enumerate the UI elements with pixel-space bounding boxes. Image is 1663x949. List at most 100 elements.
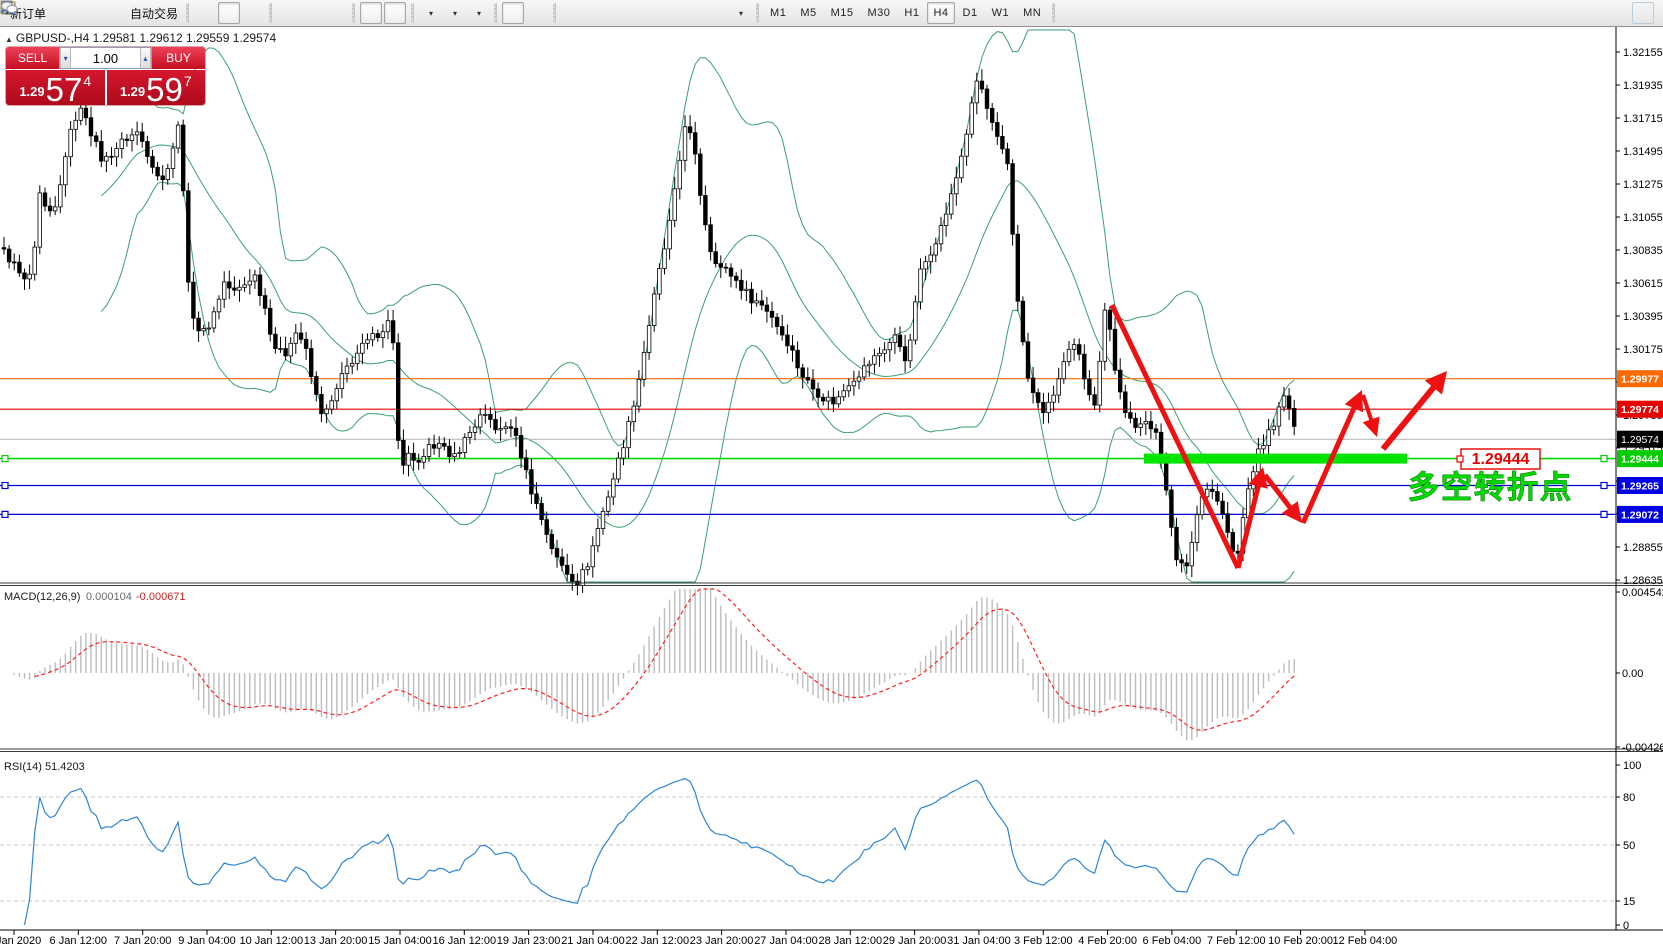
chat-icon[interactable] <box>1632 2 1654 24</box>
svg-text:6 Feb 04:00: 6 Feb 04:00 <box>1143 935 1202 947</box>
chevron-down-icon: ▾ <box>477 9 481 18</box>
periods-icon[interactable]: ▾ <box>443 2 465 24</box>
svg-text:1.31275: 1.31275 <box>1623 179 1663 191</box>
svg-text:21 Jan 04:00: 21 Jan 04:00 <box>561 935 625 947</box>
svg-text:1.28855: 1.28855 <box>1623 542 1663 554</box>
timeframe-mn-button[interactable]: MN <box>1017 2 1047 24</box>
timeframe-h4-button[interactable]: H4 <box>927 2 954 24</box>
svg-text:50: 50 <box>1623 840 1635 852</box>
toolbar: 新订单自动交易▾▾▾EFAT▾M1M5M15M30H1H4D1W1MN <box>0 0 1663 27</box>
buy-price-big: 59 <box>146 77 183 103</box>
tile-windows-icon[interactable] <box>325 2 347 24</box>
svg-text:1.29977: 1.29977 <box>1621 374 1659 386</box>
svg-text:15: 15 <box>1623 896 1635 908</box>
svg-text:1.30395: 1.30395 <box>1623 311 1663 323</box>
svg-text:1.30615: 1.30615 <box>1623 278 1663 290</box>
svg-text:1.29444: 1.29444 <box>1472 451 1530 468</box>
svg-text:19 Jan 23:00: 19 Jan 23:00 <box>497 935 561 947</box>
svg-text:16 Jan 12:00: 16 Jan 12:00 <box>432 935 496 947</box>
timeframe-m1-button[interactable]: M1 <box>764 2 792 24</box>
svg-text:1.29444: 1.29444 <box>1621 454 1659 466</box>
hline-icon[interactable] <box>585 2 607 24</box>
indicators-icon[interactable]: ▾ <box>419 2 441 24</box>
svg-text:1.29574: 1.29574 <box>1621 434 1659 446</box>
sell-price-tile[interactable]: 1.29 57 4 <box>6 70 105 105</box>
sell-price-big: 57 <box>46 77 83 103</box>
chevron-down-icon: ▾ <box>429 9 433 18</box>
timeframe-m30-button[interactable]: M30 <box>862 2 897 24</box>
candlestick-icon[interactable] <box>218 2 240 24</box>
rsi-label: RSI(14) 51.4203 <box>4 761 85 773</box>
svg-text:1.29072: 1.29072 <box>1621 509 1659 521</box>
market-watch-icon[interactable] <box>51 2 73 24</box>
label-icon[interactable]: T <box>705 2 727 24</box>
timeframe-w1-button[interactable]: W1 <box>986 2 1016 24</box>
fibo-icon[interactable]: F <box>657 2 679 24</box>
sell-button[interactable]: SELL <box>6 47 59 69</box>
toolbar-separator <box>352 3 355 23</box>
bar-chart-icon[interactable] <box>194 2 216 24</box>
vline-icon[interactable] <box>561 2 583 24</box>
svg-text:28 Jan 12:00: 28 Jan 12:00 <box>818 935 882 947</box>
timeframe-d1-button[interactable]: D1 <box>957 2 984 24</box>
turning-point-label[interactable]: 多空转折点 <box>1408 470 1573 505</box>
templates-icon[interactable]: ▾ <box>467 2 489 24</box>
data-window-icon[interactable] <box>75 2 97 24</box>
arrows-icon[interactable]: ▾ <box>729 2 751 24</box>
line-chart-icon[interactable] <box>242 2 264 24</box>
crosshair-icon[interactable] <box>526 2 548 24</box>
svg-text:1.31935: 1.31935 <box>1623 80 1663 92</box>
toolbar-separator <box>411 3 414 23</box>
svg-text:4 Feb 20:00: 4 Feb 20:00 <box>1078 935 1137 947</box>
macd-label: MACD(12,26,9)0.000104-0.000671 <box>4 591 186 603</box>
toolbar-separator <box>186 3 189 23</box>
svg-text:多空转折点: 多空转折点 <box>1408 470 1573 505</box>
svg-text:1.29265: 1.29265 <box>1621 481 1659 493</box>
one-click-trading-panel: SELL ▾ ▴ BUY 1.29 57 4 1.29 59 7 <box>6 47 205 105</box>
svg-text:23 Jan 20:00: 23 Jan 20:00 <box>690 935 754 947</box>
svg-text:13 Jan 20:00: 13 Jan 20:00 <box>304 935 368 947</box>
timeframe-m5-button[interactable]: M5 <box>794 2 822 24</box>
svg-text:0.004542: 0.004542 <box>1622 587 1663 599</box>
svg-text:100: 100 <box>1623 760 1641 772</box>
search-icon[interactable] <box>1608 2 1630 24</box>
svg-text:10 Feb 20:00: 10 Feb 20:00 <box>1268 935 1333 947</box>
svg-text:MACD(12,26,9): MACD(12,26,9) <box>4 591 80 603</box>
chart-title-text: GBPUSD-,H4 1.29581 1.29612 1.29559 1.295… <box>16 31 276 45</box>
text-icon[interactable]: A <box>681 2 703 24</box>
chart-shift-icon[interactable] <box>384 2 406 24</box>
volume-input[interactable] <box>71 48 140 68</box>
buy-button[interactable]: BUY <box>152 47 205 69</box>
svg-text:15 Jan 04:00: 15 Jan 04:00 <box>368 935 432 947</box>
svg-text:1.32155: 1.32155 <box>1623 47 1663 59</box>
svg-text:10 Jan 12:00: 10 Jan 12:00 <box>239 935 303 947</box>
zoom-out-icon[interactable] <box>301 2 323 24</box>
trendline-icon[interactable] <box>609 2 631 24</box>
chart-canvas[interactable]: 1.29444多空转折点1.321551.319351.317151.31495… <box>0 0 1663 949</box>
zoom-in-icon[interactable] <box>277 2 299 24</box>
collapse-chart-icon[interactable]: ▲ <box>5 35 13 44</box>
volume-increase-button[interactable]: ▴ <box>140 48 151 68</box>
svg-text:6 Jan 12:00: 6 Jan 12:00 <box>50 935 108 947</box>
toolbar-separator <box>494 3 497 23</box>
svg-text:0.00: 0.00 <box>1622 668 1643 680</box>
sell-price-sup: 4 <box>83 73 91 89</box>
buy-price-tile[interactable]: 1.29 59 7 <box>107 70 206 105</box>
price-label-box[interactable]: 1.29444 <box>1457 449 1540 469</box>
svg-text:29 Jan 20:00: 29 Jan 20:00 <box>883 935 947 947</box>
svg-text:1.29774: 1.29774 <box>1621 404 1659 416</box>
timeframe-m15-button[interactable]: M15 <box>825 2 860 24</box>
autotrade-icon[interactable]: 自动交易 <box>123 2 181 24</box>
volume-decrease-button[interactable]: ▾ <box>60 48 71 68</box>
channel-icon[interactable]: E <box>633 2 655 24</box>
svg-text:7 Feb 12:00: 7 Feb 12:00 <box>1207 935 1266 947</box>
cursor-icon[interactable] <box>502 2 524 24</box>
navigator-icon[interactable] <box>99 2 121 24</box>
toolbar-separator <box>756 3 759 23</box>
chevron-down-icon: ▾ <box>739 9 743 18</box>
timeframe-h1-button[interactable]: H1 <box>898 2 925 24</box>
svg-text:22 Jan 12:00: 22 Jan 12:00 <box>625 935 689 947</box>
auto-scroll-icon[interactable] <box>360 2 382 24</box>
chevron-down-icon: ▾ <box>453 9 457 18</box>
svg-text:0: 0 <box>1623 920 1629 932</box>
